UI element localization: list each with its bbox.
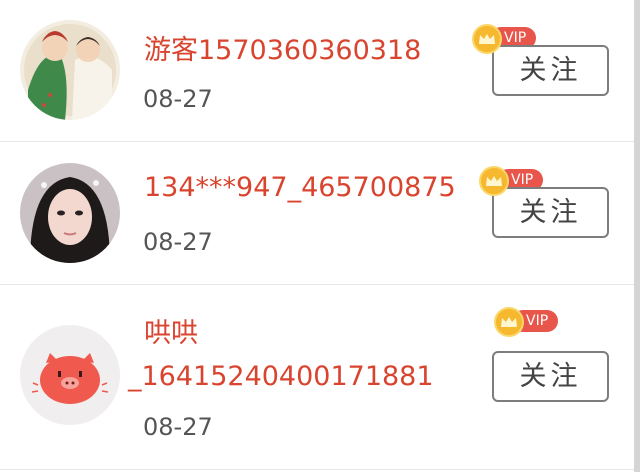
follow-button[interactable]: 关注 bbox=[492, 45, 609, 96]
list-item[interactable]: 游客1570360360318 08-27 VIP 关注 bbox=[0, 0, 640, 142]
user-name[interactable]: 哄哄 bbox=[144, 311, 198, 350]
follow-button[interactable]: 关注 bbox=[492, 187, 609, 238]
follow-date: 08-27 bbox=[143, 413, 213, 441]
user-name-continued[interactable]: _16415240400171881 bbox=[128, 361, 434, 392]
woman-photo-avatar-icon bbox=[20, 163, 120, 263]
avatar[interactable] bbox=[20, 163, 120, 263]
follow-date: 08-27 bbox=[143, 228, 213, 256]
pink-pig-avatar-icon bbox=[20, 325, 120, 425]
user-name[interactable]: 游客1570360360318 bbox=[144, 28, 421, 67]
crown-icon bbox=[479, 166, 509, 196]
user-list: 游客1570360360318 08-27 VIP 关注 134***947_4… bbox=[0, 0, 640, 472]
user-name[interactable]: 134***947_465700875 bbox=[144, 172, 456, 203]
crown-icon bbox=[472, 24, 502, 54]
list-item[interactable]: 134***947_465700875 08-27 VIP 关注 bbox=[0, 142, 640, 285]
avatar[interactable] bbox=[20, 20, 120, 120]
follow-button[interactable]: 关注 bbox=[492, 351, 609, 402]
avatar[interactable] bbox=[20, 325, 120, 425]
follow-date: 08-27 bbox=[143, 85, 213, 113]
cartoon-couple-avatar-icon bbox=[20, 20, 120, 120]
list-item[interactable]: 哄哄 _16415240400171881 08-27 VIP 关注 bbox=[0, 285, 640, 470]
scrollbar[interactable] bbox=[634, 0, 640, 472]
crown-icon bbox=[494, 307, 524, 337]
